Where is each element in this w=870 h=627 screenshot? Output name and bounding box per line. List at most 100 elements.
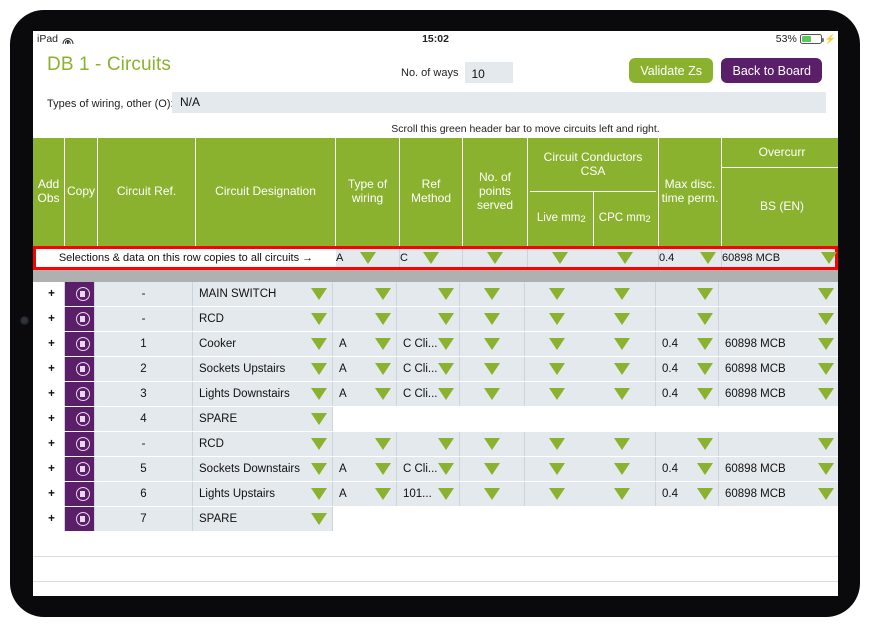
ref-method-cell[interactable]: C Cli... <box>397 457 460 481</box>
column-header-refmeth[interactable]: Ref Method <box>400 138 464 246</box>
caret-down-icon[interactable] <box>549 488 565 500</box>
bs-en-cell[interactable] <box>719 432 838 456</box>
caret-down-icon[interactable] <box>549 388 565 400</box>
add-observation-button[interactable]: + <box>33 457 65 481</box>
max-disc-time-cell[interactable]: 0.4 <box>656 482 719 506</box>
copy-row-button[interactable] <box>65 357 95 381</box>
caret-down-icon[interactable] <box>484 288 500 300</box>
copyall-max-disc-time[interactable]: 0.4 <box>659 249 722 267</box>
copy-row-button[interactable] <box>65 432 95 456</box>
column-header-points[interactable]: No. of points served <box>463 138 529 246</box>
caret-down-icon[interactable] <box>375 338 391 350</box>
max-disc-time-cell[interactable]: 0.4 <box>656 457 719 481</box>
copy-row-button[interactable] <box>65 282 95 306</box>
column-header-wiring[interactable]: Type of wiring <box>336 138 401 246</box>
caret-down-icon[interactable] <box>484 463 500 475</box>
circuit-designation-cell[interactable]: MAIN SWITCH <box>193 282 333 306</box>
caret-down-icon[interactable] <box>375 438 391 450</box>
caret-down-icon[interactable] <box>614 313 630 325</box>
copyall-bs-en[interactable]: 60898 MCB <box>722 249 838 267</box>
caret-down-icon[interactable] <box>818 388 834 400</box>
points-served-cell[interactable] <box>460 457 525 481</box>
add-observation-button[interactable]: + <box>33 507 65 531</box>
bs-en-cell[interactable]: 60898 MCB <box>719 357 838 381</box>
max-disc-time-cell[interactable]: 0.4 <box>656 357 719 381</box>
copy-row-button[interactable] <box>65 407 95 431</box>
types-of-wiring-input[interactable]: N/A <box>172 92 826 113</box>
caret-down-icon[interactable] <box>549 438 565 450</box>
circuit-designation-cell[interactable]: Sockets Upstairs <box>193 357 333 381</box>
caret-down-icon[interactable] <box>818 313 834 325</box>
caret-down-icon[interactable] <box>311 313 327 325</box>
caret-down-icon[interactable] <box>438 388 454 400</box>
circuit-designation-cell[interactable]: RCD <box>193 432 333 456</box>
points-served-cell[interactable] <box>460 282 525 306</box>
caret-down-icon[interactable] <box>614 463 630 475</box>
points-served-cell[interactable] <box>460 307 525 331</box>
circuit-designation-cell[interactable]: Lights Downstairs <box>193 382 333 406</box>
caret-down-icon[interactable] <box>375 288 391 300</box>
copy-to-all-circuits-row[interactable]: Selections & data on this row copies to … <box>33 246 838 270</box>
type-of-wiring-cell[interactable]: A <box>333 332 397 356</box>
caret-down-icon[interactable] <box>697 438 713 450</box>
type-of-wiring-cell[interactable]: A <box>333 357 397 381</box>
add-observation-button[interactable]: + <box>33 332 65 356</box>
ref-method-cell[interactable] <box>397 432 460 456</box>
add-observation-button[interactable]: + <box>33 357 65 381</box>
bs-en-cell[interactable] <box>719 282 838 306</box>
add-observation-button[interactable]: + <box>33 432 65 456</box>
caret-down-icon[interactable] <box>375 488 391 500</box>
type-of-wiring-cell[interactable] <box>333 307 397 331</box>
points-served-cell[interactable] <box>460 432 525 456</box>
max-disc-time-cell[interactable] <box>656 307 719 331</box>
caret-down-icon[interactable] <box>614 488 630 500</box>
caret-down-icon[interactable] <box>818 438 834 450</box>
caret-down-icon[interactable] <box>311 488 327 500</box>
caret-down-icon[interactable] <box>375 388 391 400</box>
caret-down-icon[interactable] <box>614 288 630 300</box>
type-of-wiring-cell[interactable]: A <box>333 457 397 481</box>
ref-method-cell[interactable]: C Cli... <box>397 382 460 406</box>
add-observation-button[interactable]: + <box>33 307 65 331</box>
table-header-row[interactable]: Add Obs Copy Circuit Ref. Circuit Designati… <box>33 138 838 246</box>
caret-down-icon[interactable] <box>311 338 327 350</box>
ref-method-cell[interactable]: C Cli... <box>397 357 460 381</box>
caret-down-icon[interactable] <box>614 363 630 375</box>
caret-down-icon[interactable] <box>484 488 500 500</box>
add-observation-button[interactable]: + <box>33 282 65 306</box>
caret-down-icon[interactable] <box>484 363 500 375</box>
caret-down-icon[interactable] <box>484 313 500 325</box>
ref-method-cell[interactable]: 101... <box>397 482 460 506</box>
caret-down-icon[interactable] <box>818 488 834 500</box>
caret-down-icon[interactable] <box>438 338 454 350</box>
caret-down-icon[interactable] <box>484 438 500 450</box>
caret-down-icon[interactable] <box>614 388 630 400</box>
caret-down-icon[interactable] <box>818 338 834 350</box>
caret-down-icon[interactable] <box>311 438 327 450</box>
add-observation-button[interactable]: + <box>33 407 65 431</box>
circuit-designation-cell[interactable]: SPARE <box>193 407 333 431</box>
ref-method-cell[interactable]: C Cli... <box>397 332 460 356</box>
caret-down-icon[interactable] <box>549 463 565 475</box>
max-disc-time-cell[interactable] <box>656 432 719 456</box>
caret-down-icon[interactable] <box>614 438 630 450</box>
column-header-bsen[interactable]: Overcurr BS (EN) <box>722 138 838 246</box>
points-served-cell[interactable] <box>460 332 525 356</box>
caret-down-icon[interactable] <box>697 338 713 350</box>
caret-down-icon[interactable] <box>375 363 391 375</box>
circuit-designation-cell[interactable]: Sockets Downstairs <box>193 457 333 481</box>
caret-down-icon[interactable] <box>311 388 327 400</box>
caret-down-icon[interactable] <box>311 288 327 300</box>
copy-row-button[interactable] <box>65 332 95 356</box>
validate-zs-button[interactable]: Validate Zs <box>629 58 713 83</box>
caret-down-icon[interactable] <box>311 363 327 375</box>
add-observation-button[interactable]: + <box>33 482 65 506</box>
caret-down-icon[interactable] <box>438 313 454 325</box>
caret-down-icon[interactable] <box>818 363 834 375</box>
copy-row-button[interactable] <box>65 457 95 481</box>
points-served-cell[interactable] <box>460 382 525 406</box>
circuit-designation-cell[interactable]: Lights Upstairs <box>193 482 333 506</box>
caret-down-icon[interactable] <box>375 313 391 325</box>
bs-en-cell[interactable]: 60898 MCB <box>719 457 838 481</box>
bs-en-cell[interactable]: 60898 MCB <box>719 332 838 356</box>
